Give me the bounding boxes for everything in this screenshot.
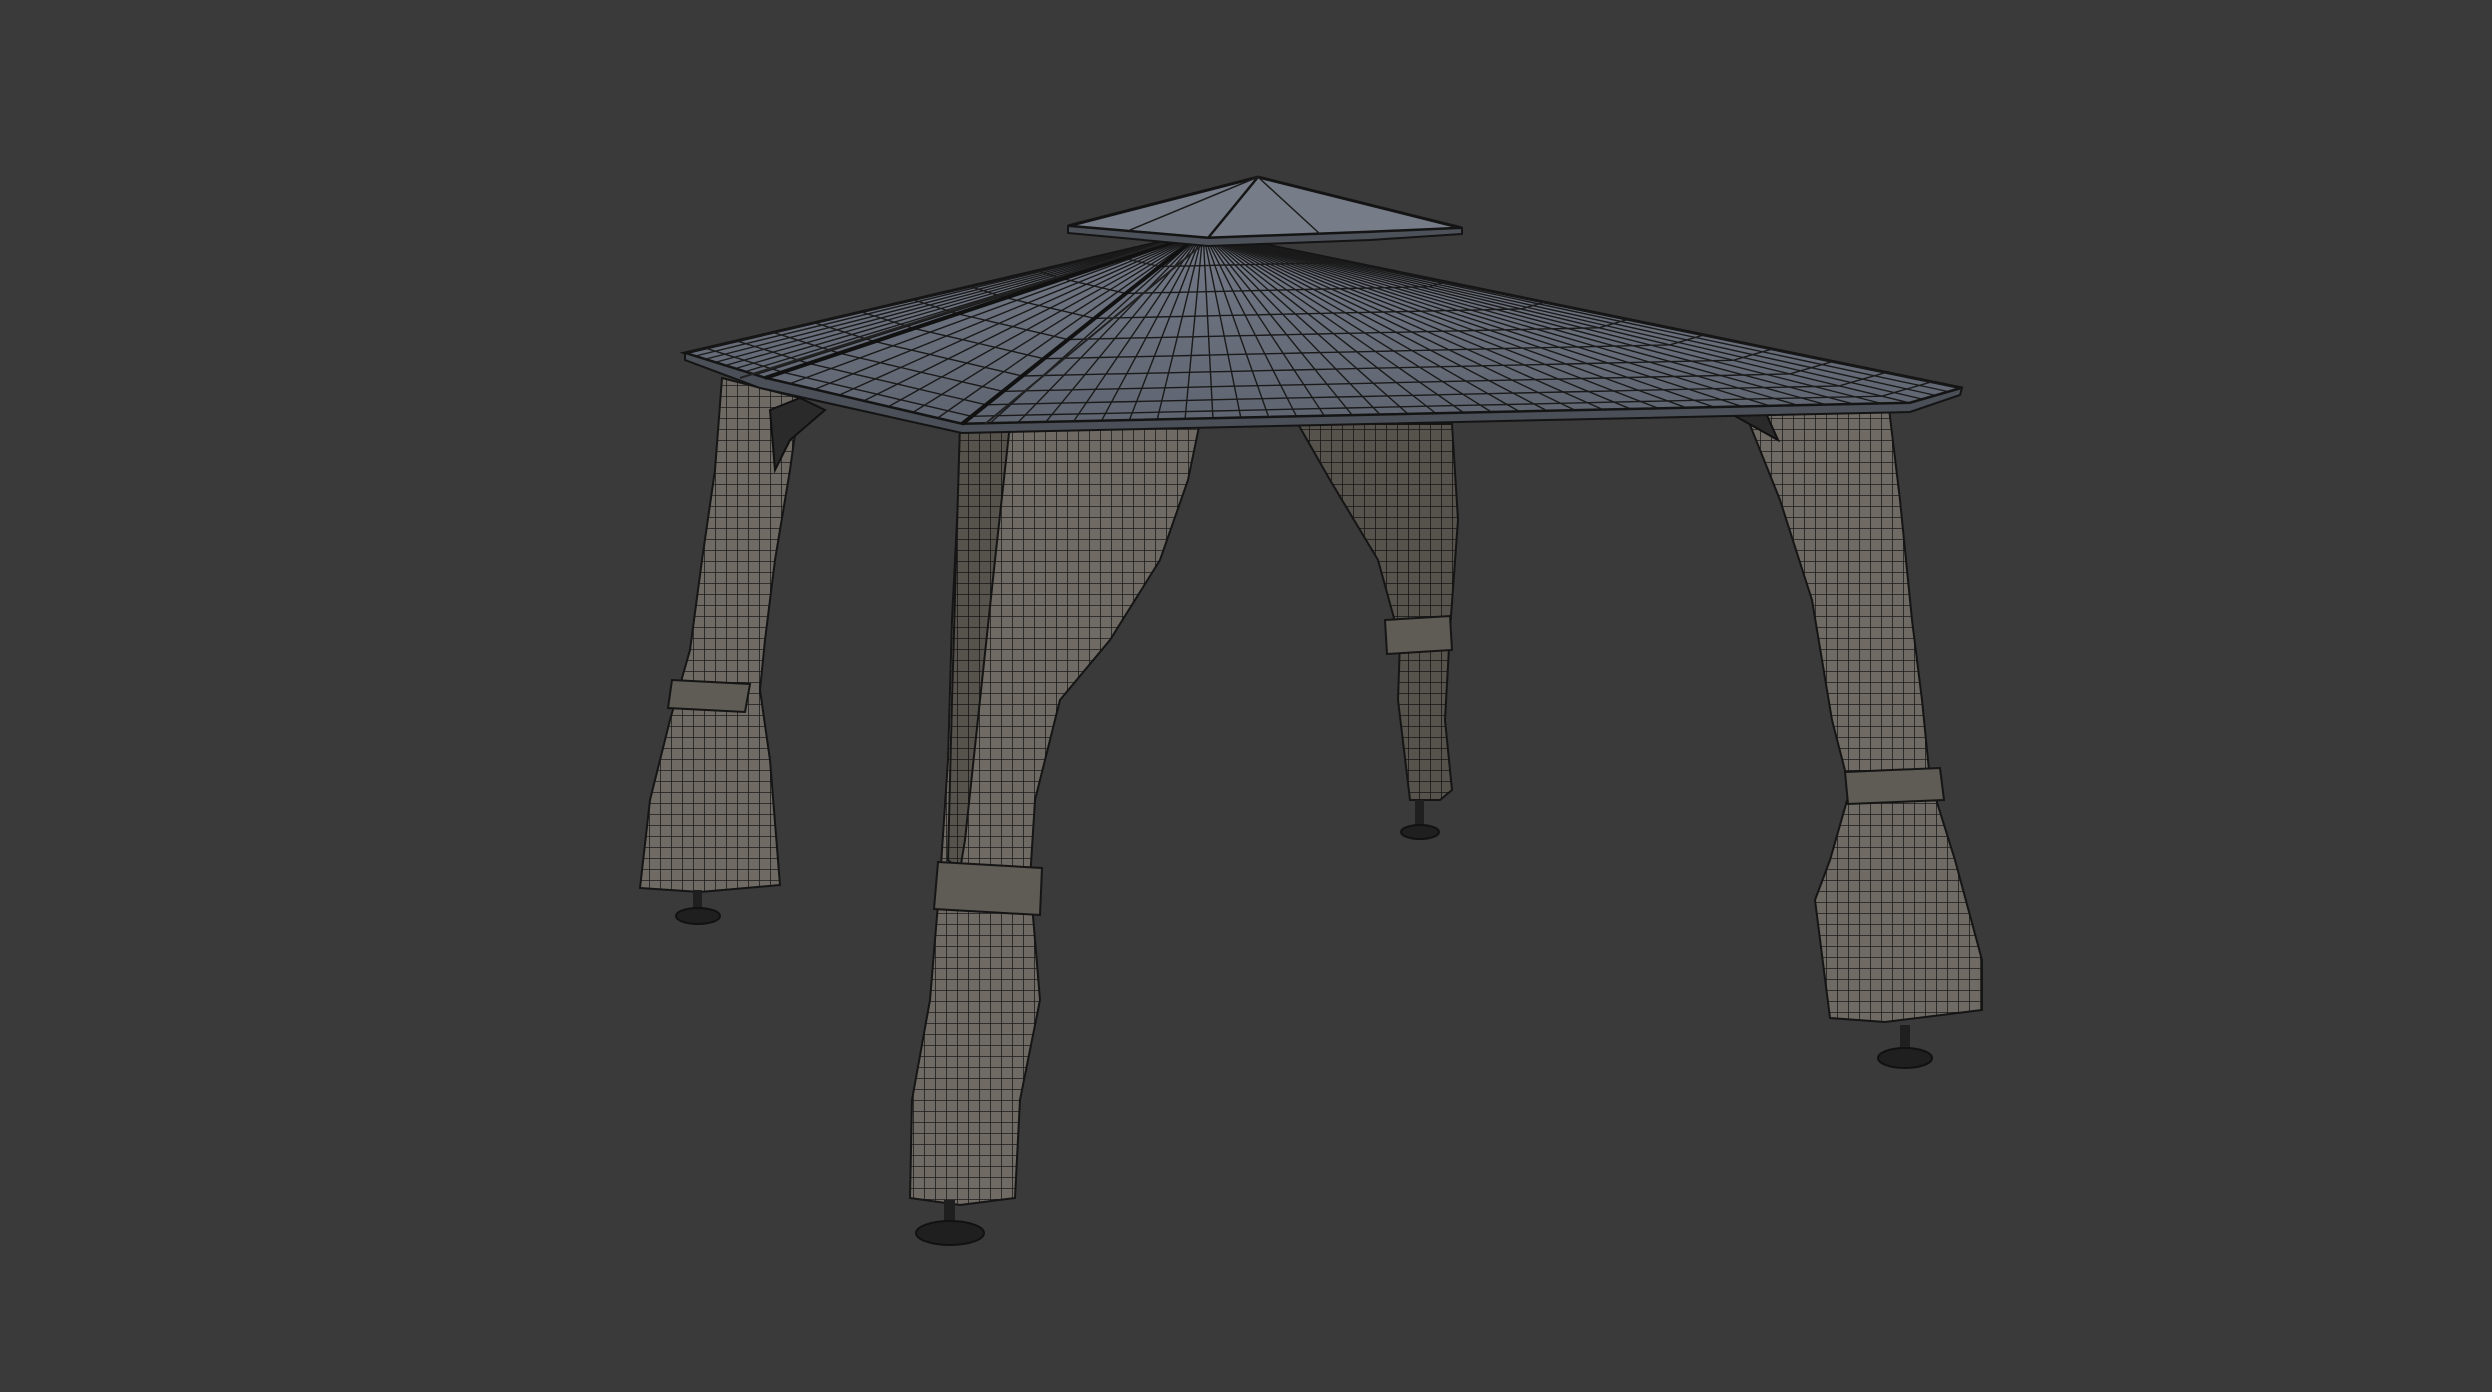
foot-right xyxy=(1877,1025,1933,1069)
curtain-right xyxy=(1706,398,1983,1024)
curtain-front xyxy=(908,420,1202,1207)
curtain-tie xyxy=(666,678,752,714)
curtain-tie xyxy=(932,860,1044,917)
curtain-back xyxy=(1296,423,1460,801)
curtain-tie xyxy=(1843,766,1946,806)
curtain-tie xyxy=(1383,614,1454,656)
roof-bracket xyxy=(768,396,827,474)
gazebo-wireframe-model xyxy=(638,175,1983,1246)
foot-back xyxy=(1400,800,1440,840)
gazebo-roof xyxy=(679,230,1964,435)
curtain-left xyxy=(638,376,827,894)
gazebo-roof-cap xyxy=(1067,175,1463,248)
foot-left xyxy=(675,890,721,925)
foot-front xyxy=(915,1200,985,1246)
3d-viewport[interactable] xyxy=(0,0,2492,1392)
